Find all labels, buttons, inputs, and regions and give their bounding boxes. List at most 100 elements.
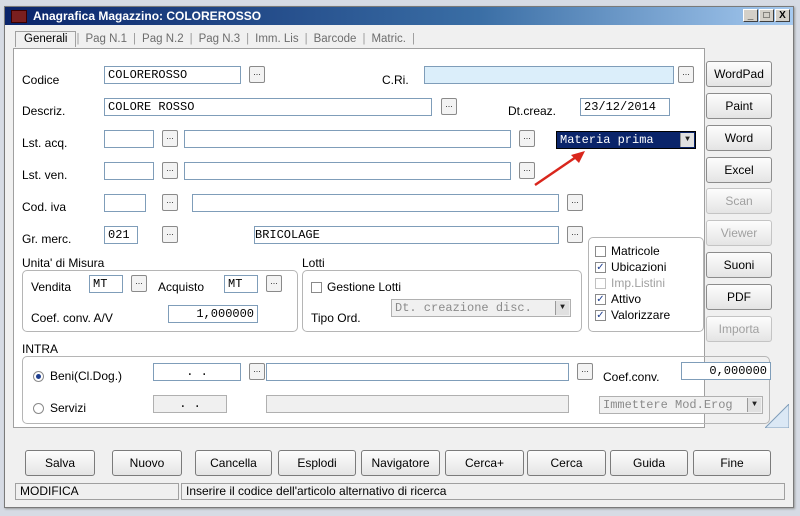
navigatore-button[interactable]: Navigatore xyxy=(361,450,440,476)
nuovo-button[interactable]: Nuovo xyxy=(112,450,182,476)
vendita-lookup-button[interactable]: ... xyxy=(131,275,147,292)
tab-pag-n2[interactable]: Pag N.2 xyxy=(136,33,190,45)
cerca-button[interactable]: Cerca xyxy=(527,450,606,476)
salva-button[interactable]: Salva xyxy=(25,450,95,476)
servizi-field[interactable]: . . xyxy=(153,395,227,413)
lst-acq-desc-field[interactable] xyxy=(184,130,511,148)
window-title: Anagrafica Magazzino: COLOREROSSO xyxy=(33,9,262,23)
excel-button[interactable]: Excel xyxy=(706,157,772,183)
paint-button[interactable]: Paint xyxy=(706,93,772,119)
imp-listini-label: Imp.Listini xyxy=(611,276,666,290)
cri-lookup-button[interactable]: ... xyxy=(678,66,694,83)
resize-grip-icon[interactable] xyxy=(765,404,789,428)
tab-panel-generali: Codice COLOREROSSO ... C.Ri. ... Descriz… xyxy=(13,48,771,428)
beni-radio[interactable]: Beni(Cl.Dog.) xyxy=(33,369,122,383)
viewer-button[interactable]: Viewer xyxy=(706,220,772,246)
pdf-button[interactable]: PDF xyxy=(706,284,772,310)
esplodi-button[interactable]: Esplodi xyxy=(278,450,356,476)
tab-separator: | xyxy=(411,33,415,45)
chevron-down-icon[interactable]: ▼ xyxy=(747,398,761,412)
descriz-lookup-button[interactable]: ... xyxy=(441,98,457,115)
ubicazioni-checkbox[interactable]: ✓ Ubicazioni xyxy=(595,260,666,274)
flags-group: Matricole ✓ Ubicazioni Imp.Listini ✓ Att… xyxy=(588,237,704,332)
codice-field[interactable]: COLOREROSSO xyxy=(104,66,241,84)
gr-merc-code-field[interactable]: 021 xyxy=(104,226,138,244)
beni-radio-dot[interactable] xyxy=(33,370,44,382)
matricole-checkbox[interactable]: Matricole xyxy=(595,244,660,258)
tipo-ord-value: Dt. creazione disc. xyxy=(395,301,532,315)
beni-lookup-button[interactable]: ... xyxy=(249,363,265,380)
gestione-lotti-checkbox[interactable]: Gestione Lotti xyxy=(311,280,401,294)
tab-matric[interactable]: Matric. xyxy=(365,33,412,45)
acquisto-lookup-button[interactable]: ... xyxy=(266,275,282,292)
vendita-label: Vendita xyxy=(31,280,72,294)
scan-button[interactable]: Scan xyxy=(706,188,772,214)
beni-desc-lookup-button[interactable]: ... xyxy=(577,363,593,380)
cod-iva-desc-lookup-button[interactable]: ... xyxy=(567,194,583,211)
title-bar: Anagrafica Magazzino: COLOREROSSO _ □ X xyxy=(5,7,793,25)
tab-imm-lis[interactable]: Imm. Lis xyxy=(249,33,304,45)
attivo-box[interactable]: ✓ xyxy=(595,293,606,305)
cancella-button[interactable]: Cancella xyxy=(195,450,272,476)
coef-av-field[interactable]: 1,000000 xyxy=(168,305,258,323)
app-icon xyxy=(11,10,27,23)
servizi-desc-field[interactable] xyxy=(266,395,569,413)
descriz-field[interactable]: COLORE ROSSO xyxy=(104,98,432,116)
servizi-radio-dot[interactable] xyxy=(33,402,44,414)
gr-merc-desc-lookup-button[interactable]: ... xyxy=(567,226,583,243)
tab-generali[interactable]: Generali xyxy=(15,31,77,47)
cerca-plus-button[interactable]: Cerca+ xyxy=(445,450,524,476)
main-window: Anagrafica Magazzino: COLOREROSSO _ □ X … xyxy=(4,6,794,508)
cod-iva-label: Cod. iva xyxy=(22,200,67,214)
beni-field[interactable]: . . xyxy=(153,363,241,381)
minimize-button[interactable]: _ xyxy=(743,9,758,22)
vendita-field[interactable]: MT xyxy=(89,275,123,293)
chevron-down-icon[interactable]: ▼ xyxy=(680,133,694,147)
lst-acq-label: Lst. acq. xyxy=(22,136,68,150)
lst-ven-desc-field[interactable] xyxy=(184,162,511,180)
beni-desc-field[interactable] xyxy=(266,363,569,381)
maximize-button[interactable]: □ xyxy=(759,9,774,22)
lst-ven-desc-lookup-button[interactable]: ... xyxy=(519,162,535,179)
intra-coef-field[interactable]: 0,000000 xyxy=(681,362,771,380)
attivo-checkbox[interactable]: ✓ Attivo xyxy=(595,292,641,306)
importa-button[interactable]: Importa xyxy=(706,316,772,342)
fine-button[interactable]: Fine xyxy=(693,450,771,476)
mod-erog-select[interactable]: Immettere Mod.Erog ▼ xyxy=(599,396,763,414)
intra-group-title: INTRA xyxy=(22,342,58,356)
word-button[interactable]: Word xyxy=(706,125,772,151)
gestione-lotti-box[interactable] xyxy=(311,281,322,293)
attivo-label: Attivo xyxy=(611,292,642,306)
tab-pag-n1[interactable]: Pag N.1 xyxy=(79,33,133,45)
imp-listini-checkbox[interactable]: Imp.Listini xyxy=(595,276,665,290)
lst-ven-lookup-button[interactable]: ... xyxy=(162,162,178,179)
close-button[interactable]: X xyxy=(775,9,790,22)
lst-acq-lookup-button[interactable]: ... xyxy=(162,130,178,147)
cri-field[interactable] xyxy=(424,66,674,84)
lst-acq-desc-lookup-button[interactable]: ... xyxy=(519,130,535,147)
ubicazioni-box[interactable]: ✓ xyxy=(595,261,606,273)
cod-iva-desc-field[interactable] xyxy=(192,194,559,212)
wordpad-button[interactable]: WordPad xyxy=(706,61,772,87)
cod-iva-lookup-button[interactable]: ... xyxy=(162,194,178,211)
codice-lookup-button[interactable]: ... xyxy=(249,66,265,83)
lotti-group-title: Lotti xyxy=(302,256,325,270)
suoni-button[interactable]: Suoni xyxy=(706,252,772,278)
cod-iva-field[interactable] xyxy=(104,194,146,212)
tipo-ord-select[interactable]: Dt. creazione disc. ▼ xyxy=(391,299,571,317)
imp-listini-box[interactable] xyxy=(595,277,606,289)
tab-barcode[interactable]: Barcode xyxy=(308,33,363,45)
chevron-down-icon[interactable]: ▼ xyxy=(555,301,569,315)
lst-acq-code-field[interactable] xyxy=(104,130,154,148)
dtcreaz-field[interactable]: 23/12/2014 xyxy=(580,98,670,116)
matricole-box[interactable] xyxy=(595,245,606,257)
acquisto-field[interactable]: MT xyxy=(224,275,258,293)
guida-button[interactable]: Guida xyxy=(610,450,688,476)
valorizzare-checkbox[interactable]: ✓ Valorizzare xyxy=(595,308,670,322)
lst-ven-code-field[interactable] xyxy=(104,162,154,180)
gr-merc-lookup-button[interactable]: ... xyxy=(162,226,178,243)
servizi-radio[interactable]: Servizi xyxy=(33,401,86,415)
tab-pag-n3[interactable]: Pag N.3 xyxy=(193,33,247,45)
gr-merc-desc-field[interactable]: BRICOLAGE xyxy=(254,226,559,244)
valorizzare-box[interactable]: ✓ xyxy=(595,309,606,321)
